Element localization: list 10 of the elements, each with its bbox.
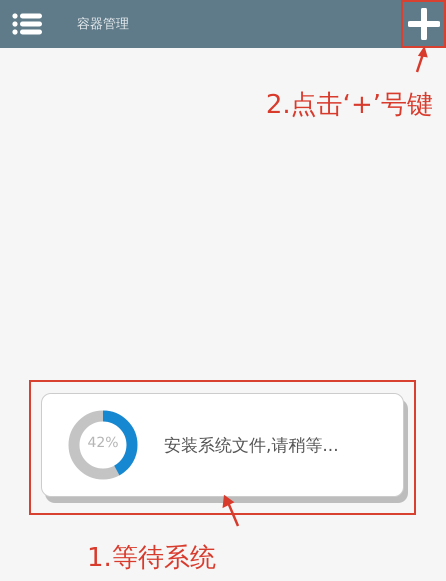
app-title: 容器管理 bbox=[77, 16, 130, 33]
add-button[interactable] bbox=[401, 0, 446, 48]
plus-icon bbox=[408, 8, 440, 40]
menu-icon[interactable] bbox=[12, 13, 42, 35]
progress-percent: 42% bbox=[86, 435, 120, 451]
progress-ring bbox=[68, 410, 138, 480]
progress-message: 安装系统文件,请稍等... bbox=[164, 434, 339, 456]
annotation-text: 2.点击‘+’号键 bbox=[266, 89, 433, 122]
annotation-text: 1.等待系统 bbox=[87, 542, 216, 575]
annotation-arrow bbox=[414, 48, 430, 72]
